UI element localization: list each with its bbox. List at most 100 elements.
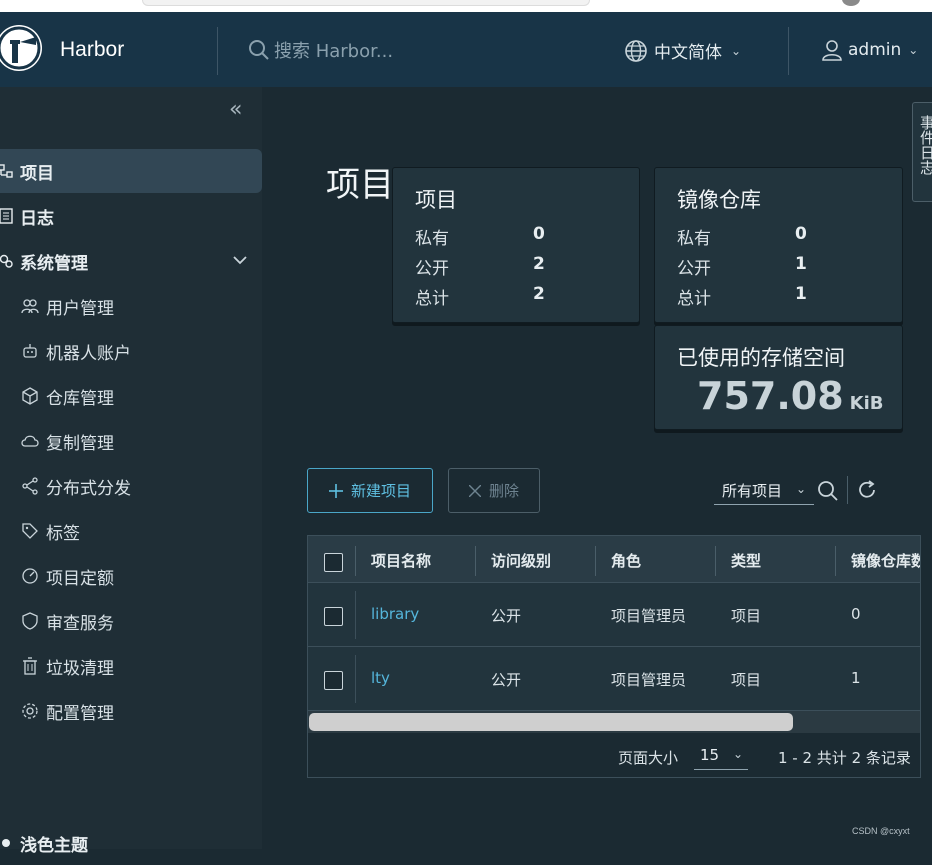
language-selector[interactable]: 中文简体 ⌄ [624, 38, 741, 63]
private-row: 私有 0 [677, 224, 807, 249]
new-project-button[interactable]: 新建项目 [307, 468, 433, 513]
row-separator [355, 655, 356, 703]
chevron-down-icon: ⌄ [795, 482, 806, 496]
chevron-down-icon [232, 251, 248, 271]
project-name-link[interactable]: library [371, 605, 419, 623]
sidebar-item-repositories[interactable]: 仓库管理 [0, 374, 262, 418]
project-name-link[interactable]: lty [371, 669, 390, 687]
role: 项目管理员 [611, 671, 687, 689]
table-footer: 页面大小 15 ⌄ 1 - 2 共计 2 条记录 [308, 734, 920, 777]
gear-icon [20, 702, 40, 720]
horizontal-scrollbar[interactable] [308, 711, 920, 733]
row-checkbox[interactable] [324, 671, 343, 690]
robot-icon [20, 343, 40, 359]
sidebar-item-quotas[interactable]: 项目定额 [0, 554, 262, 598]
public-row: 公开 1 [677, 254, 807, 279]
search-icon [249, 40, 269, 60]
sidebar-item-config[interactable]: 配置管理 [0, 689, 262, 733]
gauge-icon [20, 567, 40, 585]
total-row: 总计 1 [677, 284, 807, 309]
brand-name[interactable]: Harbor [60, 38, 124, 62]
repo-count: 1 [851, 669, 861, 687]
projects-icon [0, 163, 16, 179]
sidebar-item-label: 用户管理 [46, 298, 114, 319]
storage-unit: KiB [849, 393, 884, 414]
sidebar-item-label: 复制管理 [46, 433, 114, 454]
tag-icon [20, 522, 40, 540]
chevron-down-icon: ⌄ [731, 43, 742, 58]
theme-toggle-label: 浅色主题 [20, 835, 88, 856]
theme-toggle[interactable]: 浅色主题 [0, 821, 262, 865]
column-header-access[interactable]: 访问级别 [491, 550, 551, 571]
browser-profile-icon [842, 0, 860, 6]
trash-icon [20, 657, 40, 675]
sidebar-item-admin[interactable]: 系统管理 [0, 239, 262, 283]
repos-summary-card: 镜像仓库 私有 0 公开 1 总计 1 [654, 167, 903, 323]
collapse-sidebar-icon[interactable]: « [229, 97, 242, 122]
delete-button[interactable]: 删除 [448, 468, 540, 513]
sidebar-item-replication[interactable]: 复制管理 [0, 419, 262, 463]
column-separator [835, 546, 836, 576]
page-title: 项目 [326, 165, 394, 205]
cloud-icon [20, 434, 40, 448]
refresh-icon[interactable] [856, 479, 878, 501]
top-header: Harbor 搜索 Harbor... 中文简体 ⌄ admin ⌄ [0, 12, 932, 87]
sidebar-item-robots[interactable]: 机器人账户 [0, 329, 262, 373]
sidebar-item-logs[interactable]: 日志 [0, 194, 262, 238]
sidebar-item-label: 日志 [20, 208, 54, 229]
plus-icon [328, 483, 343, 498]
page-size-label: 页面大小 [618, 749, 679, 767]
main-content: 项目 项目 私有 0 公开 2 总计 2 镜像仓库 私有 0 公开 1 总计 1 已使用的存… [262, 87, 932, 849]
card-title: 镜像仓库 [677, 188, 761, 212]
browser-top-strip [0, 0, 932, 12]
select-all-checkbox[interactable] [324, 553, 343, 572]
column-separator [595, 546, 596, 576]
box-icon [20, 387, 40, 405]
project-filter-select[interactable]: 所有项目 ⌄ [714, 478, 814, 505]
column-separator [355, 546, 356, 576]
column-separator [715, 546, 716, 576]
column-header-role[interactable]: 角色 [611, 550, 641, 571]
search-input[interactable]: 搜索 Harbor... [274, 37, 393, 63]
record-count: 1 - 2 共计 2 条记录 [778, 749, 911, 767]
chevron-down-icon: ⌄ [732, 747, 743, 761]
sidebar-item-scanners[interactable]: 审查服务 [0, 599, 262, 643]
row-separator [355, 591, 356, 639]
sidebar-item-label: 审查服务 [46, 613, 114, 634]
sidebar-item-labels[interactable]: 标签 [0, 509, 262, 553]
user-icon [822, 40, 842, 61]
admin-icon [0, 253, 16, 269]
private-count: 0 [795, 224, 807, 244]
row-checkbox[interactable] [324, 607, 343, 626]
access-level: 公开 [491, 671, 522, 689]
sidebar-item-label: 配置管理 [46, 703, 114, 724]
search-icon[interactable] [817, 480, 839, 502]
header-divider [788, 27, 789, 75]
globe-icon [625, 39, 647, 62]
toolbar-divider [847, 476, 848, 504]
column-header-type[interactable]: 类型 [731, 550, 761, 571]
sidebar-item-label: 仓库管理 [46, 388, 114, 409]
user-menu[interactable]: admin ⌄ [820, 38, 918, 62]
projects-summary-card: 项目 私有 0 公开 2 总计 2 [392, 167, 640, 323]
watermark: CSDN @cxyxt [852, 826, 910, 836]
page-size-select[interactable]: 15 ⌄ [694, 742, 748, 770]
close-icon [468, 484, 481, 497]
column-header-repo-count[interactable]: 镜像仓库数 [851, 550, 920, 571]
sidebar-item-projects[interactable]: 项目 [0, 149, 262, 193]
language-label: 中文简体 [654, 43, 722, 63]
sidebar-item-distribution[interactable]: 分布式分发 [0, 464, 262, 508]
access-level: 公开 [491, 607, 522, 625]
harbor-logo-icon[interactable] [0, 25, 42, 71]
repo-count: 0 [851, 605, 861, 623]
sidebar: « 项目 日志 系统管理 用户管理 机器人账户 仓库管理 复制管理 分布式分发 … [0, 87, 262, 856]
sidebar-item-gc[interactable]: 垃圾清理 [0, 644, 262, 688]
card-title: 项目 [415, 188, 457, 212]
column-header-name[interactable]: 项目名称 [371, 550, 431, 571]
scrollbar-thumb[interactable] [309, 713, 793, 731]
global-search[interactable]: 搜索 Harbor... [248, 37, 393, 63]
event-log-tab[interactable]: 事件日志 [912, 102, 932, 202]
type: 项目 [731, 671, 762, 689]
public-row: 公开 2 [415, 254, 545, 279]
sidebar-item-users[interactable]: 用户管理 [0, 284, 262, 328]
